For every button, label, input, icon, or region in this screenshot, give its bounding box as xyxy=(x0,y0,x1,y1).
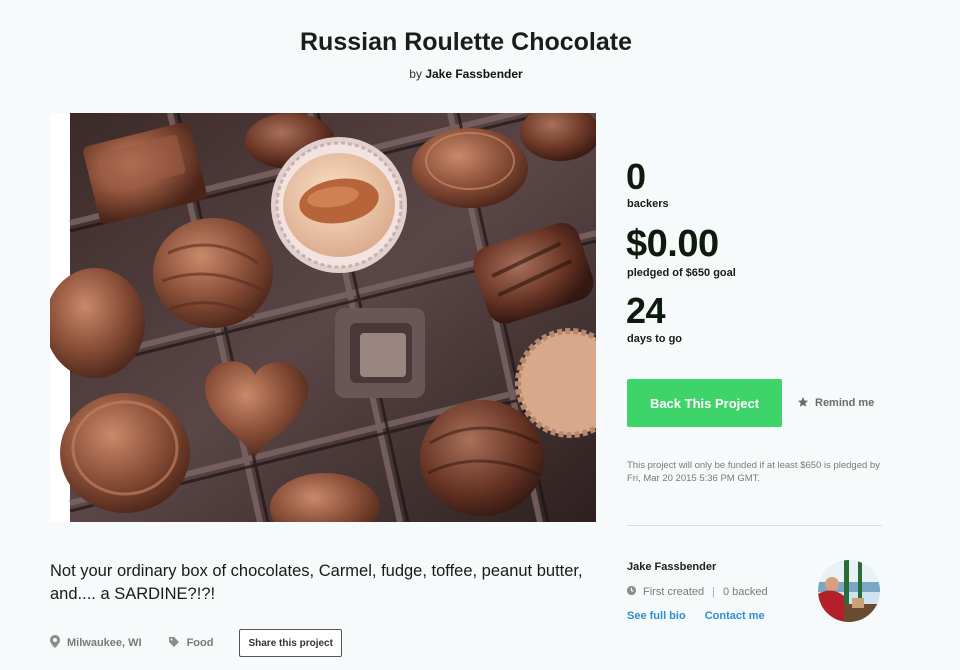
divider xyxy=(627,525,882,526)
project-meta: Milwaukee, WI Food Share this project xyxy=(50,629,342,657)
creator-link[interactable]: Jake Fassbender xyxy=(425,67,522,81)
star-icon xyxy=(797,396,809,411)
funding-note: This project will only be funded if at l… xyxy=(627,460,880,484)
avatar[interactable] xyxy=(818,560,880,622)
byline-prefix: by xyxy=(409,67,422,81)
days-remaining: 24 xyxy=(626,290,666,331)
clock-icon xyxy=(626,585,637,599)
see-full-bio-link[interactable]: See full bio xyxy=(627,610,686,622)
remind-me-label: Remind me xyxy=(815,397,875,409)
meta-separator: | xyxy=(712,586,715,598)
remind-me-button[interactable]: Remind me xyxy=(797,395,874,411)
project-byline: by Jake Fassbender xyxy=(0,67,932,81)
backers-count: 0 xyxy=(626,156,646,197)
project-blurb: Not your ordinary box of chocolates, Car… xyxy=(50,562,583,603)
creator-name[interactable]: Jake Fassbender xyxy=(627,561,716,573)
location-label: Milwaukee, WI xyxy=(67,637,142,649)
creator-links: See full bio Contact me xyxy=(627,610,765,622)
contact-me-link[interactable]: Contact me xyxy=(705,610,765,622)
pledged-label: pledged of $650 goal xyxy=(627,267,736,279)
back-project-button[interactable]: Back This Project xyxy=(627,379,782,427)
category-link[interactable]: Food xyxy=(168,636,214,651)
project-hero-image[interactable] xyxy=(50,113,596,522)
chocolate-box-photo xyxy=(50,113,596,522)
project-title: Russian Roulette Chocolate xyxy=(300,28,632,56)
backers-label: backers xyxy=(627,198,669,210)
share-project-button[interactable]: Share this project xyxy=(239,629,342,657)
tag-icon xyxy=(168,636,180,651)
first-created-label: First created xyxy=(643,586,705,598)
pledged-amount: $0.00 xyxy=(626,223,719,265)
category-label: Food xyxy=(186,637,214,649)
location-link[interactable]: Milwaukee, WI xyxy=(50,635,142,651)
days-label: days to go xyxy=(627,333,683,345)
backed-count: 0 backed xyxy=(723,586,768,598)
creator-meta: First created | 0 backed xyxy=(626,585,768,599)
map-pin-icon xyxy=(50,635,60,651)
